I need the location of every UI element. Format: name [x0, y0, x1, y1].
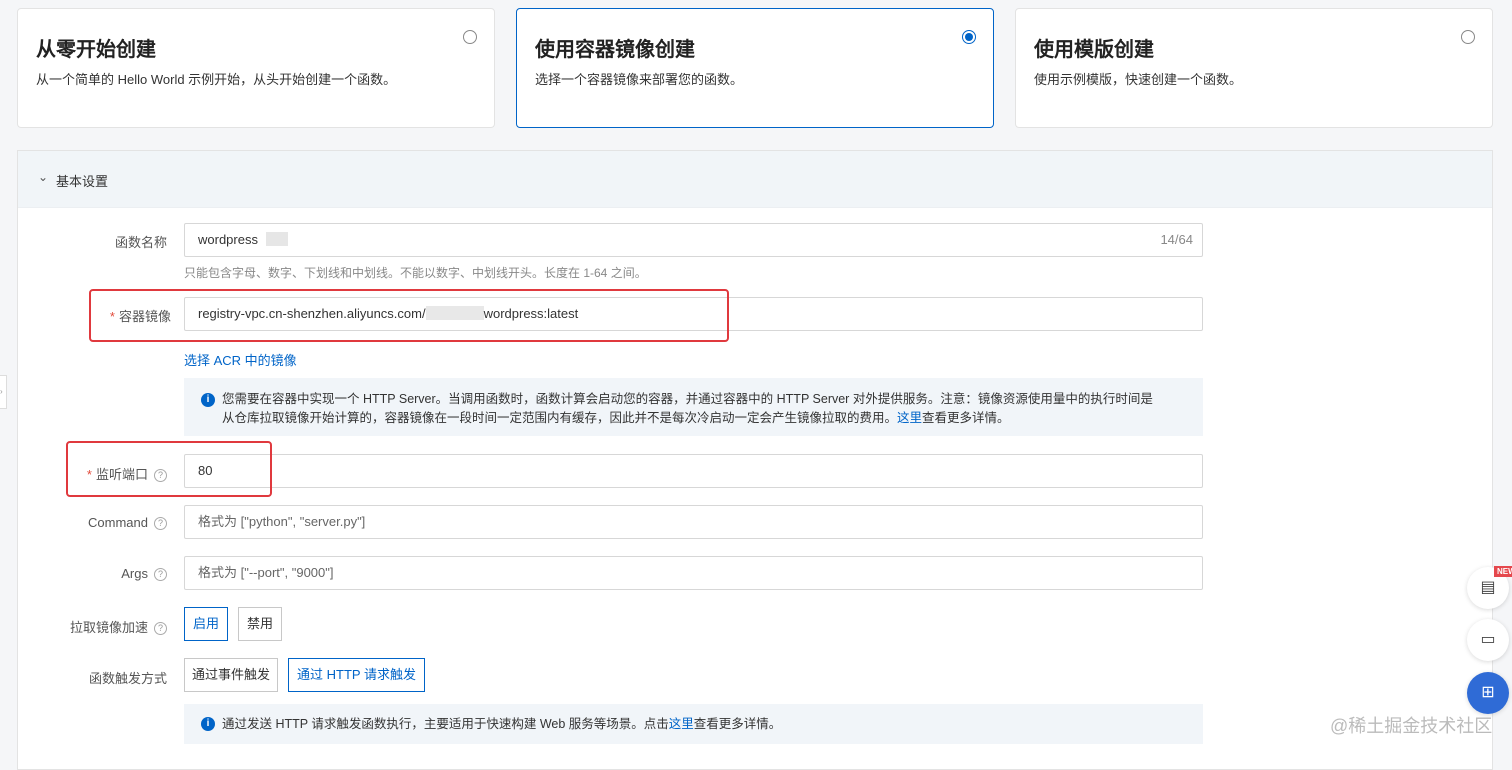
select-acr-link[interactable]: 选择 ACR 中的镜像 [184, 350, 297, 369]
card-title: 使用容器镜像创建 [535, 39, 695, 61]
card-title: 从零开始创建 [36, 39, 156, 61]
highlight-box [89, 289, 729, 342]
pull-accel-label: 拉取镜像加速? [17, 617, 167, 636]
info-line: 从仓库拉取镜像开始计算的，容器镜像在一段时间一定范围内有缓存，因此并不是每次冷启… [222, 411, 1010, 425]
watermark: @稀土掘金技术社区 [1330, 716, 1493, 736]
card-from-scratch[interactable]: 从零开始创建 从一个简单的 Hello World 示例开始，从头开始创建一个函… [17, 8, 495, 128]
redacted-block [265, 232, 288, 246]
radio-template[interactable] [1461, 30, 1475, 44]
card-container-image[interactable]: 使用容器镜像创建 选择一个容器镜像来部署您的函数。 [516, 8, 994, 128]
event-trigger-button[interactable]: 通过事件触发 [184, 658, 278, 692]
info-text: 查看更多详情。 [693, 717, 782, 731]
function-name-hint: 只能包含字母、数字、下划线和中划线。不能以数字、中划线开头。长度在 1-64 之… [184, 266, 647, 280]
info-text: 通过发送 HTTP 请求触发函数执行，主要适用于快速构建 Web 服务等场景。点… [222, 717, 669, 731]
details-link[interactable]: 这里 [669, 717, 694, 731]
radio-container-image[interactable] [962, 30, 976, 44]
listen-port-input[interactable]: 80 [184, 454, 1203, 488]
help-icon[interactable]: ? [154, 568, 167, 581]
help-icon[interactable]: ? [154, 517, 167, 530]
details-link[interactable]: 这里 [897, 411, 922, 425]
expand-sidebar-tab[interactable]: › [0, 375, 7, 409]
new-badge: NEW [1494, 566, 1512, 577]
char-counter: 14/64 [1160, 232, 1193, 247]
chat-icon[interactable]: ▭ [1467, 619, 1509, 661]
card-title: 使用模版创建 [1034, 39, 1154, 61]
section-title: 基本设置 [56, 174, 109, 189]
help-icon[interactable]: ? [154, 622, 167, 635]
trigger-info-box: i 通过发送 HTTP 请求触发函数执行，主要适用于快速构建 Web 服务等场景… [184, 704, 1203, 744]
function-name-input[interactable]: wordpress 14/64 [184, 223, 1203, 257]
args-input[interactable]: 格式为 ["--port", "9000"] [184, 556, 1203, 590]
container-info-box: i 您需要在容器中实现一个 HTTP Server。当调用函数时，函数计算会启动… [184, 378, 1203, 436]
command-placeholder: 格式为 ["python", "server.py"] [198, 514, 366, 529]
card-description: 从一个简单的 Hello World 示例开始，从头开始创建一个函数。 [36, 72, 397, 87]
trigger-label: 函数触发方式 [88, 671, 167, 686]
basic-settings-header[interactable]: ⌄ 基本设置 [18, 151, 1492, 208]
command-input[interactable]: 格式为 ["python", "server.py"] [184, 505, 1203, 539]
card-template[interactable]: 使用模版创建 使用示例模版，快速创建一个函数。 [1015, 8, 1493, 128]
highlight-box [66, 441, 272, 497]
command-label: Command? [17, 515, 167, 530]
info-icon: i [201, 393, 215, 407]
enable-button[interactable]: 启用 [184, 607, 228, 641]
apps-grid-icon[interactable]: ⊞ [1467, 672, 1509, 714]
disable-button[interactable]: 禁用 [238, 607, 282, 641]
function-name-value: wordpress [198, 232, 258, 247]
function-name-label: 函数名称 [114, 235, 167, 250]
http-trigger-button[interactable]: 通过 HTTP 请求触发 [288, 658, 425, 692]
radio-from-scratch[interactable] [463, 30, 477, 44]
card-description: 使用示例模版，快速创建一个函数。 [1034, 72, 1243, 87]
info-icon: i [201, 717, 215, 731]
args-placeholder: 格式为 ["--port", "9000"] [198, 565, 334, 580]
chevron-down-icon: ⌄ [38, 170, 49, 184]
info-line: 您需要在容器中实现一个 HTTP Server。当调用函数时，函数计算会启动您的… [222, 392, 1153, 406]
card-description: 选择一个容器镜像来部署您的函数。 [535, 72, 744, 87]
args-label: Args? [17, 566, 167, 581]
